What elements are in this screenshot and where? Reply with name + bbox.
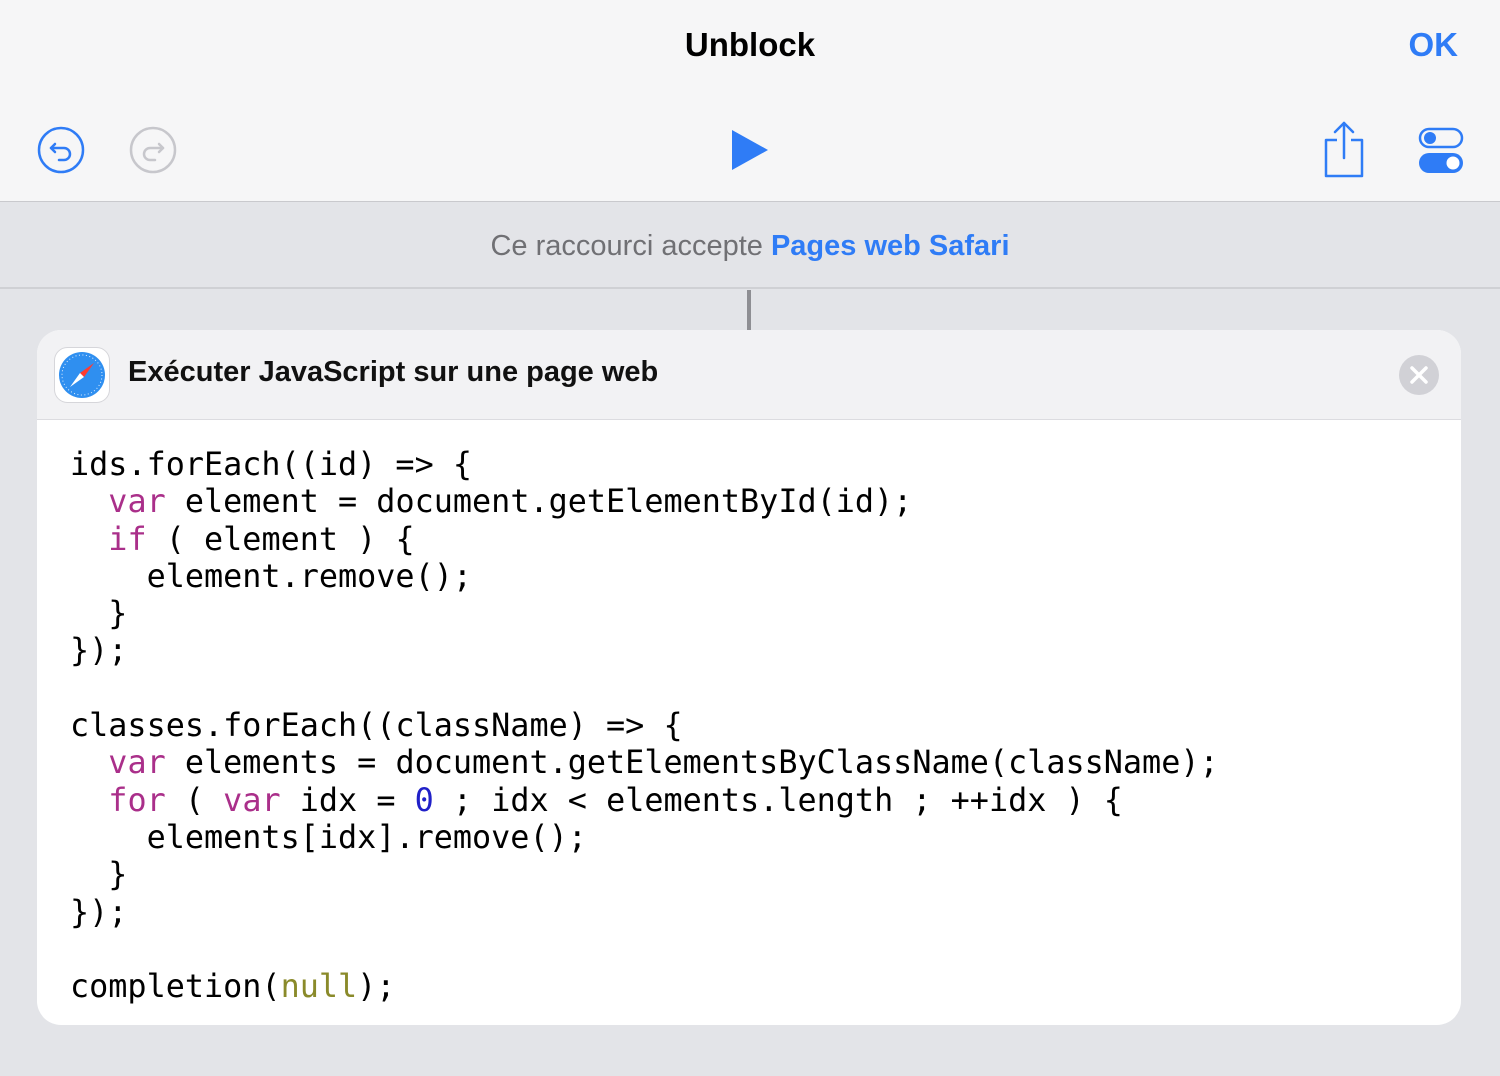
close-icon[interactable] [1399, 355, 1439, 395]
code-token: element.remove(); [70, 557, 473, 595]
ok-button[interactable]: OK [1409, 26, 1459, 64]
code-token: } [70, 595, 128, 633]
code-token: idx = [280, 781, 415, 819]
code-line: element.remove(); [70, 558, 1440, 595]
code-line: } [70, 856, 1440, 893]
code-token-kw: var [108, 744, 166, 782]
code-token: ; idx < elements.length ; ++idx ) { [433, 781, 1123, 819]
safari-compass-icon [54, 347, 110, 403]
code-token: elements = document.getElementsByClassNa… [165, 744, 1219, 782]
action-title: Exécuter JavaScript sur une page web [128, 356, 659, 388]
action-card-header: Exécuter JavaScript sur une page web [37, 330, 1461, 420]
code-token: ids.forEach((id) => { [70, 446, 473, 483]
code-line: }); [70, 632, 1440, 669]
redo-icon[interactable] [129, 126, 177, 174]
code-token: elements[idx].remove(); [70, 818, 587, 856]
code-token-lit: null [280, 968, 358, 1006]
code-token: element = document.getElementById(id); [165, 483, 913, 521]
code-line: for ( var idx = 0 ; idx < elements.lengt… [70, 782, 1440, 819]
code-token: ( element ) { [146, 520, 415, 558]
code-token: completion( [70, 968, 281, 1006]
code-line: completion(null); [70, 968, 1440, 1005]
code-token-kw: if [108, 520, 147, 558]
javascript-code-editor[interactable]: ids.forEach((id) => { var element = docu… [70, 446, 1440, 1016]
code-line: var elements = document.getElementsByCla… [70, 744, 1440, 781]
code-token: }); [70, 632, 128, 670]
input-type-bar: Ce raccourci accepte Pages web Safari [0, 203, 1500, 289]
code-line: }); [70, 894, 1440, 931]
code-line: classes.forEach((className) => { [70, 707, 1440, 744]
code-token: } [70, 856, 128, 894]
share-icon[interactable] [1320, 120, 1368, 178]
input-type-link[interactable]: Pages web Safari [771, 230, 1010, 262]
play-icon[interactable] [728, 128, 770, 172]
code-token-kw: for [108, 781, 166, 819]
code-token: ); [357, 968, 396, 1006]
undo-icon[interactable] [37, 126, 85, 174]
input-type-label: Ce raccourci accepte [490, 230, 763, 262]
code-token-num: 0 [414, 781, 434, 819]
code-token: ( [165, 781, 224, 819]
navigation-bar: Unblock OK [0, 0, 1500, 202]
code-token: classes.forEach((className) => { [70, 707, 683, 745]
settings-toggle-icon[interactable] [1418, 126, 1464, 174]
code-line: } [70, 595, 1440, 632]
code-line: var element = document.getElementById(id… [70, 483, 1440, 520]
code-line: ids.forEach((id) => { [70, 446, 1440, 483]
code-line: if ( element ) { [70, 521, 1440, 558]
code-token-kw: var [223, 781, 281, 819]
code-line: elements[idx].remove(); [70, 819, 1440, 856]
code-token-kw: var [108, 483, 166, 521]
action-card: Exécuter JavaScript sur une page web ids… [37, 330, 1461, 1025]
shortcut-title: Unblock [684, 26, 816, 63]
action-connector-line [747, 290, 751, 330]
code-token: }); [70, 893, 128, 931]
